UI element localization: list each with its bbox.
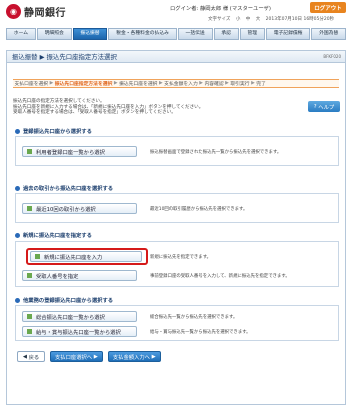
section-new: 新規に振込先口座を入力 新規に振込先を指定できます。 受取人番号を指定 事前登録…: [15, 241, 339, 287]
button-marker-icon: [27, 329, 32, 334]
button-label: 給与・賞与振込先口座一覧から選択: [36, 329, 121, 336]
section-history: 最近10回の取引から選択 最近10回の取引履歴から振込先を選択できます。: [15, 193, 339, 223]
font-size-label: 文字サイズ: [208, 17, 231, 22]
specify-recipient-number-button[interactable]: 受取人番号を指定: [22, 270, 137, 281]
to-amount-input-label: 支払金額入力へ: [112, 354, 150, 361]
to-source-account-label: 支払口座選択へ: [55, 354, 93, 361]
row-description: 事前登録口座の受取人番号を入力して、新規に振込先を指定できます。: [150, 274, 290, 279]
select-salary-transfer-accounts-button[interactable]: 給与・賞与振込先口座一覧から選択: [22, 326, 137, 337]
step-destination-method: 振込先口座指定方法を選択: [54, 82, 113, 87]
intro-text: 振込先口座の指定方法を選択してください。 振込先口座を新規に入力する場合は、「新…: [13, 99, 273, 116]
to-source-account-button[interactable]: 支払口座選択へ ▶: [50, 351, 103, 362]
step-confirm: 内容確認: [204, 82, 224, 87]
bank-logo-icon: ◉: [6, 4, 21, 19]
nav-tab-home[interactable]: ホーム: [6, 28, 36, 40]
section-title-other: 他業務の登録振込先口座から選択する: [15, 296, 113, 304]
bank-logo: ◉ 静岡銀行: [6, 4, 66, 19]
select-registered-accounts-button[interactable]: 利用者登録口座一覧から選択: [22, 146, 137, 157]
enter-new-account-button[interactable]: 新規に振込先口座を入力: [30, 251, 142, 262]
section-bullet-icon: [15, 185, 20, 191]
nav-tab-management[interactable]: 管理: [239, 28, 265, 40]
section-title-text: 登録振込先口座から選択する: [23, 129, 92, 135]
nav-tab-bulk-transfer[interactable]: 一括伝送: [177, 28, 213, 40]
section-title-new: 新規に振込先口座を指定する: [15, 231, 92, 239]
button-marker-icon: [27, 149, 32, 154]
bank-name: 静岡銀行: [24, 8, 66, 19]
section-bullet-icon: [15, 297, 20, 303]
row-description: 振込振替画面で登録された振込先一覧から振込先を選択できます。: [150, 150, 282, 155]
forward-arrow-icon: ▶: [92, 353, 98, 360]
button-label: 最近10回の取引から選択: [36, 206, 96, 213]
section-title-text: 新規に振込先口座を指定する: [23, 233, 92, 239]
nav-tab-approval[interactable]: 承認: [213, 28, 239, 40]
select-general-transfer-accounts-button[interactable]: 総合振込先口座一覧から選択: [22, 311, 137, 322]
step-execute: 取引実行: [230, 82, 250, 87]
step-complete: 完了: [256, 82, 266, 87]
step-amount: 支払金額を入力: [164, 82, 198, 87]
button-marker-icon: [27, 273, 32, 278]
intro-line: 受取人番号を指定する場合は、「受取人番号を指定」ボタンを押してください。: [13, 110, 176, 116]
forward-arrow-icon: ▶: [149, 353, 156, 360]
section-title-text: 他業務の登録振込先口座から選択する: [23, 298, 114, 304]
main-panel: 振込振替 ▶ 振込先口座指定方法選択 BFKF020 支払口座を選択 ▶ 振込先…: [6, 50, 346, 405]
nav-tab-tax-payment[interactable]: 税金・各種料金の払込み: [108, 28, 177, 40]
section-other: 総合振込先口座一覧から選択 総合振込先一覧から振込先を選択できます。 給与・賞与…: [15, 305, 339, 341]
button-label: 利用者登録口座一覧から選択: [36, 149, 105, 156]
row-description: 総合振込先一覧から振込先を選択できます。: [150, 315, 238, 320]
button-marker-icon: [27, 206, 32, 211]
header-sub-links: 文字サイズ 小 中 大 2013年07月10日 16時05分20秒: [208, 16, 338, 22]
section-bullet-icon: [15, 128, 20, 134]
footer-buttons: ◀ 戻る 支払口座選択へ ▶ 支払金額入力へ ▶: [17, 351, 161, 362]
page-code: BFKF020: [323, 54, 341, 59]
row-description: 最近10回の取引履歴から振込先を選択できます。: [150, 207, 248, 212]
row-description: 新規に振込先を指定できます。: [150, 255, 212, 260]
page-header: 振込振替 ▶ 振込先口座指定方法選択 BFKF020: [7, 51, 345, 63]
top-bar: ◉ 静岡銀行 ログイン者: 静岡太郎 様 (マスターユーザ) ログアウト 文字サ…: [0, 0, 350, 26]
nav-tab-statement[interactable]: 明細照会: [36, 28, 72, 40]
main-nav: ホーム 明細照会 振込振替 税金・各種料金の払込み 一括伝送 承認 管理 電子記…: [6, 28, 347, 40]
button-marker-icon: [35, 254, 40, 259]
logout-button[interactable]: ログアウト: [310, 2, 346, 13]
back-button[interactable]: ◀ 戻る: [17, 351, 45, 362]
nav-tab-foreign-exchange[interactable]: 外国為替: [311, 28, 347, 40]
page-title: 振込振替 ▶ 振込先口座指定方法選択: [12, 53, 117, 61]
section-title-registered: 登録振込先口座から選択する: [15, 127, 92, 135]
progress-steps: 支払口座を選択 ▶ 振込先口座指定方法を選択 ▶ 振込先口座を選択 ▶ 支払金額…: [13, 79, 339, 88]
select-recent-transactions-button[interactable]: 最近10回の取引から選択: [22, 203, 137, 214]
nav-tab-transfer[interactable]: 振込振替: [72, 28, 108, 40]
login-timestamp: 2013年07月10日 16時05分20秒: [265, 17, 335, 22]
button-label: 新規に振込先口座を入力: [44, 254, 103, 261]
row-description: 給与・賞与振込先一覧から振込先を選択できます。: [150, 330, 251, 335]
help-label: ヘルプ: [318, 104, 335, 111]
nav-tab-electronic-claims[interactable]: 電子記録債権: [265, 28, 311, 40]
button-label: 総合振込先口座一覧から選択: [36, 314, 105, 321]
button-label: 受取人番号を指定: [36, 273, 79, 280]
to-amount-input-button[interactable]: 支払金額入力へ ▶: [107, 351, 161, 362]
section-registered: 利用者登録口座一覧から選択 振込振替画面で登録された振込先一覧から振込先を選択で…: [15, 136, 339, 166]
step-destination-account: 振込先口座を選択: [119, 82, 158, 87]
help-button[interactable]: ? ヘルプ: [308, 101, 340, 112]
back-label: 戻る: [28, 354, 40, 361]
button-marker-icon: [27, 314, 32, 319]
font-size-large[interactable]: 大: [256, 17, 261, 22]
section-title-history: 過去の取引から振込先口座を選択する: [15, 184, 113, 192]
step-source-account: 支払口座を選択: [14, 82, 49, 87]
section-title-text: 過去の取引から振込先口座を選択する: [23, 186, 114, 192]
section-bullet-icon: [15, 232, 20, 238]
login-info: ログイン者: 静岡太郎 様 (マスターユーザ): [170, 6, 271, 12]
font-size-small[interactable]: 小: [236, 17, 241, 22]
font-size-medium[interactable]: 中: [246, 17, 251, 22]
